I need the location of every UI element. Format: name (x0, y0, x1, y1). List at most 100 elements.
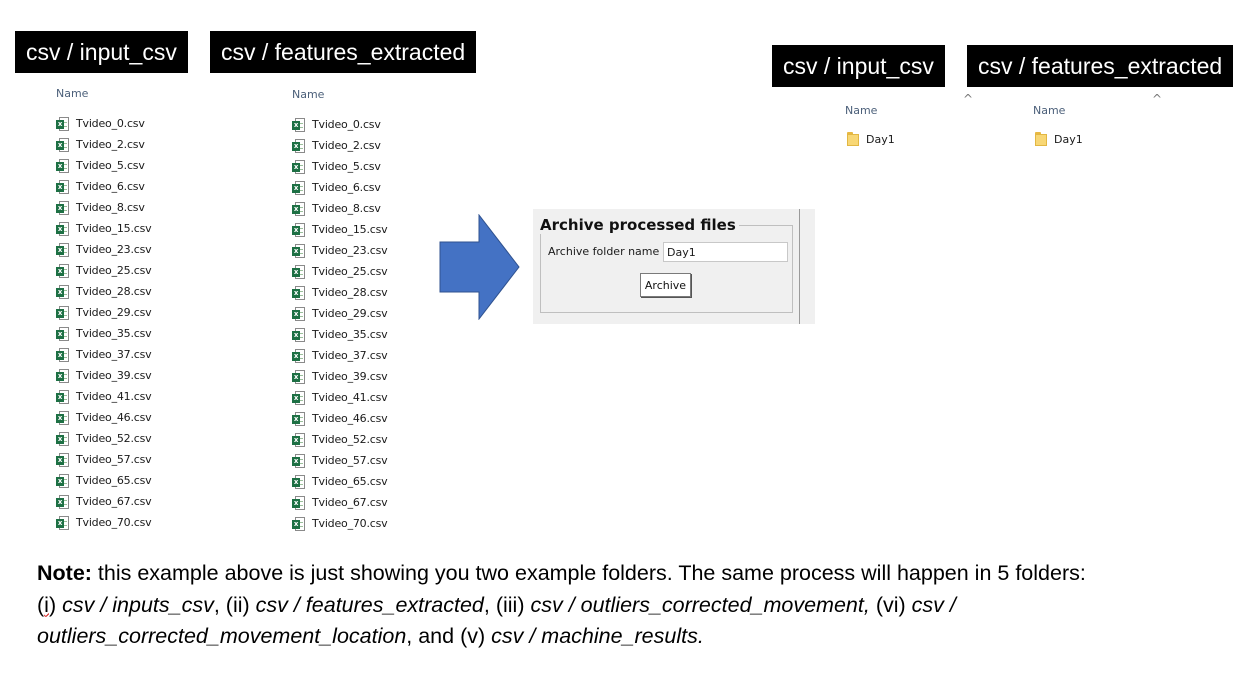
file-item[interactable]: x Tvideo_0.csv (292, 114, 387, 135)
sort-caret-icon[interactable]: ^ (1152, 92, 1162, 106)
file-name: Tvideo_25.csv (312, 265, 388, 278)
folder-icon (1034, 131, 1048, 147)
file-list-input-csv: Name x Tvideo_0.csv x Tvideo_2.csv x Tvideo_5… (56, 87, 152, 533)
file-item[interactable]: x Tvideo_28.csv (56, 281, 152, 302)
file-item[interactable]: x Tvideo_65.csv (292, 471, 388, 492)
file-item[interactable]: x Tvideo_46.csv (292, 408, 388, 429)
excel-file-icon: x (292, 306, 305, 321)
file-item[interactable]: x Tvideo_23.csv (292, 240, 388, 261)
file-item[interactable]: x Tvideo_57.csv (292, 450, 388, 471)
file-name: Tvideo_67.csv (312, 496, 388, 509)
excel-file-icon: x (56, 326, 69, 341)
file-name: Tvideo_28.csv (76, 285, 152, 298)
file-item[interactable]: x Tvideo_28.csv (292, 282, 388, 303)
file-item[interactable]: x Tvideo_52.csv (292, 429, 388, 450)
excel-file-icon: x (292, 495, 305, 510)
excel-file-icon: x (292, 390, 305, 405)
excel-file-icon: x (56, 368, 69, 383)
file-name: Tvideo_37.csv (76, 348, 152, 361)
column-header-name[interactable]: Name (1033, 104, 1065, 117)
file-item[interactable]: x Tvideo_5.csv (56, 155, 151, 176)
file-item[interactable]: x Tvideo_37.csv (56, 344, 152, 365)
file-item[interactable]: x Tvideo_65.csv (56, 470, 152, 491)
file-item[interactable]: x Tvideo_39.csv (56, 365, 152, 386)
file-name: Tvideo_0.csv (76, 117, 145, 130)
file-name: Tvideo_2.csv (76, 138, 145, 151)
file-item[interactable]: x Tvideo_15.csv (56, 218, 152, 239)
excel-file-icon: x (56, 431, 69, 446)
note-folder-path: csv / (911, 592, 956, 617)
excel-file-icon: x (56, 137, 69, 152)
file-item[interactable]: x Tvideo_25.csv (56, 260, 152, 281)
file-list-features-extracted: Name x Tvideo_0.csv x Tvideo_2.csv x Tvideo_5… (292, 88, 388, 534)
archive-button[interactable]: Archive (640, 273, 691, 297)
column-header-name[interactable]: Name (56, 87, 151, 105)
file-item[interactable]: x Tvideo_35.csv (56, 323, 152, 344)
excel-file-icon: x (56, 116, 69, 131)
file-name: Tvideo_52.csv (76, 432, 152, 445)
excel-file-icon: x (56, 347, 69, 362)
excel-file-icon: x (292, 201, 305, 216)
excel-file-icon: x (292, 453, 305, 468)
file-item[interactable]: x Tvideo_52.csv (56, 428, 152, 449)
file-item[interactable]: x Tvideo_15.csv (292, 219, 388, 240)
file-item[interactable]: x Tvideo_39.csv (292, 366, 388, 387)
file-name: Tvideo_41.csv (76, 390, 152, 403)
archive-fieldset (540, 225, 793, 313)
file-item[interactable]: x Tvideo_41.csv (56, 386, 152, 407)
folder-item-day1[interactable]: Day1 (846, 131, 895, 147)
note-text: (vi) (869, 592, 912, 617)
file-item[interactable]: x Tvideo_2.csv (56, 134, 151, 155)
excel-file-icon: x (56, 410, 69, 425)
file-name: Tvideo_39.csv (76, 369, 152, 382)
file-item[interactable]: x Tvideo_29.csv (292, 303, 388, 324)
note-folder-path: csv / inputs_csv (62, 592, 214, 617)
file-name: Tvideo_23.csv (76, 243, 152, 256)
archive-folder-name-input[interactable] (663, 242, 788, 262)
note-folder-path: csv / outliers_corrected_movement, (530, 592, 870, 617)
folder-name: Day1 (866, 132, 895, 146)
column-header-name[interactable]: Name (292, 88, 387, 106)
folder-label-features-extracted: csv / features_extracted (210, 31, 477, 73)
file-item[interactable]: x Tvideo_8.csv (56, 197, 151, 218)
excel-file-icon: x (56, 221, 69, 236)
file-item[interactable]: x Tvideo_67.csv (56, 491, 152, 512)
file-name: Tvideo_70.csv (312, 517, 388, 530)
panel-divider (799, 209, 800, 324)
folder-item-day1[interactable]: Day1 (1034, 131, 1083, 147)
file-item[interactable]: x Tvideo_57.csv (56, 449, 152, 470)
file-item[interactable]: x Tvideo_46.csv (56, 407, 152, 428)
file-name: Tvideo_46.csv (76, 411, 152, 424)
file-item[interactable]: x Tvideo_37.csv (292, 345, 388, 366)
archive-panel-title: Archive processed files (537, 216, 739, 234)
file-item[interactable]: x Tvideo_29.csv (56, 302, 152, 323)
file-item[interactable]: x Tvideo_6.csv (56, 176, 151, 197)
excel-file-icon: x (292, 264, 305, 279)
file-item[interactable]: x Tvideo_35.csv (292, 324, 388, 345)
file-item[interactable]: x Tvideo_0.csv (56, 113, 151, 134)
file-item[interactable]: x Tvideo_70.csv (56, 512, 152, 533)
note-folder-path: csv / machine_results. (491, 624, 704, 648)
sort-caret-icon[interactable]: ^ (963, 92, 973, 106)
file-item[interactable]: x Tvideo_70.csv (292, 513, 388, 534)
file-name: Tvideo_6.csv (312, 181, 381, 194)
excel-file-icon: x (56, 494, 69, 509)
file-item[interactable]: x Tvideo_5.csv (292, 156, 387, 177)
file-item[interactable]: x Tvideo_67.csv (292, 492, 388, 513)
file-item[interactable]: x Tvideo_6.csv (292, 177, 387, 198)
file-item[interactable]: x Tvideo_23.csv (56, 239, 152, 260)
note-text: , and (v) (406, 624, 492, 648)
file-name: Tvideo_6.csv (76, 180, 145, 193)
file-name: Tvideo_35.csv (76, 327, 152, 340)
excel-file-icon: x (292, 516, 305, 531)
column-header-name[interactable]: Name (845, 104, 877, 117)
note-folder-path: csv / features_extracted (255, 592, 484, 617)
file-item[interactable]: x Tvideo_41.csv (292, 387, 388, 408)
file-item[interactable]: x Tvideo_8.csv (292, 198, 387, 219)
excel-file-icon: x (56, 242, 69, 257)
folder-label-input-csv: csv / input_csv (15, 31, 188, 73)
file-name: Tvideo_2.csv (312, 139, 381, 152)
note-text: , (ii) (213, 592, 256, 617)
file-item[interactable]: x Tvideo_25.csv (292, 261, 388, 282)
file-item[interactable]: x Tvideo_2.csv (292, 135, 387, 156)
